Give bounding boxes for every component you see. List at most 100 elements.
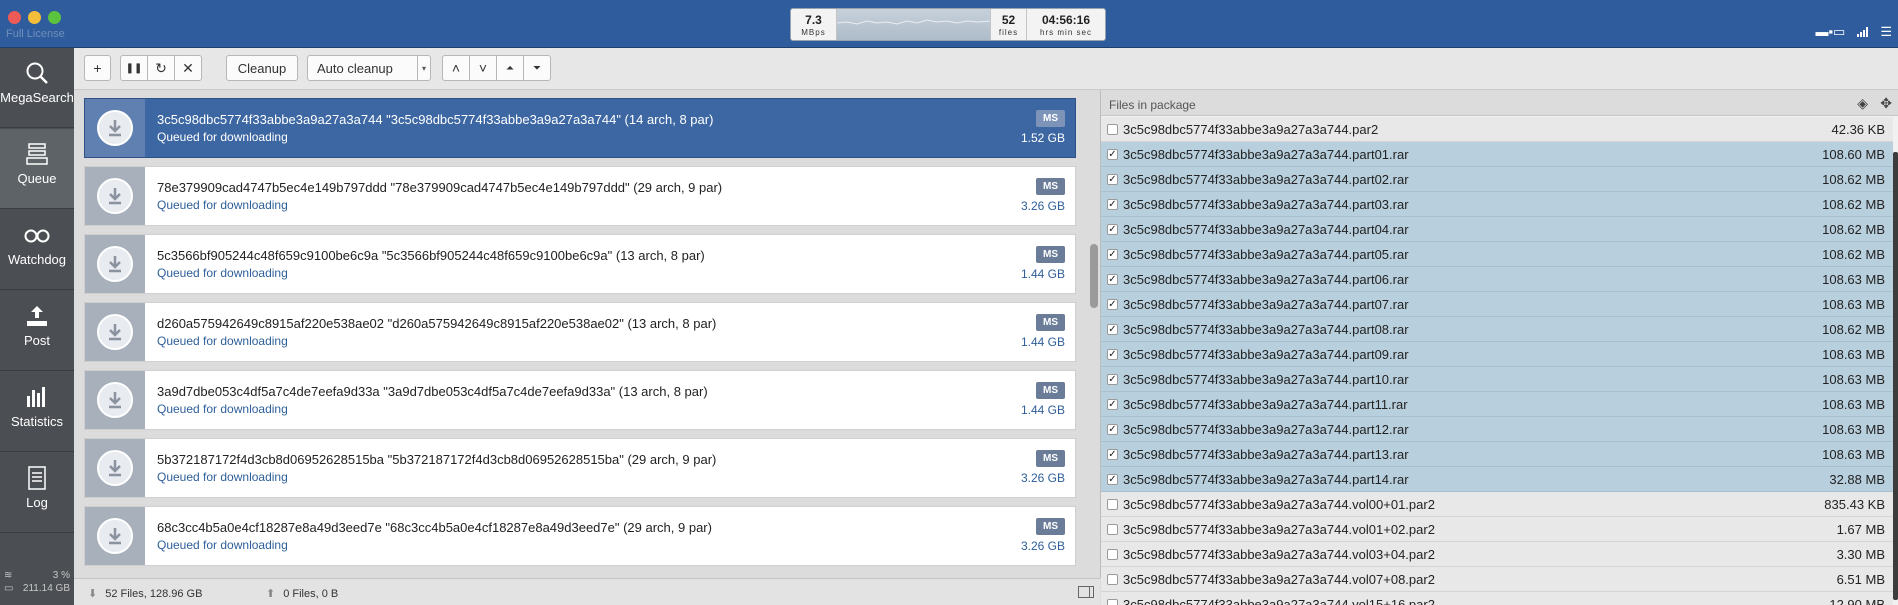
file-size: 108.62 MB [1822, 172, 1885, 187]
toggle-panel-icon[interactable] [1078, 586, 1094, 598]
sidebar-item-post[interactable]: Post [0, 291, 74, 371]
download-queue: 3c5c98dbc5774f33abbe3a9a27a3a744 "3c5c98… [84, 98, 1076, 568]
file-checkbox[interactable]: ✓ [1107, 424, 1118, 435]
sidebar-item-log[interactable]: Log [0, 453, 74, 533]
file-row[interactable]: 3c5c98dbc5774f33abbe3a9a27a3a744.vol07+0… [1101, 567, 1893, 592]
add-button[interactable]: + [84, 55, 111, 81]
auto-cleanup-select[interactable]: Auto cleanup ▾ [307, 55, 431, 81]
file-checkbox[interactable]: ✓ [1107, 349, 1118, 360]
file-checkbox[interactable] [1107, 549, 1118, 560]
file-checkbox[interactable]: ✓ [1107, 224, 1118, 235]
file-checkbox[interactable]: ✓ [1107, 274, 1118, 285]
auto-cleanup-value: Auto cleanup [317, 60, 393, 76]
file-size: 42.36 KB [1831, 122, 1886, 137]
file-checkbox[interactable]: ✓ [1107, 399, 1118, 410]
close-window-button[interactable] [8, 11, 21, 24]
move-down-button[interactable]: ˅ [469, 55, 497, 81]
file-row[interactable]: ✓ 3c5c98dbc5774f33abbe3a9a27a3a744.part12… [1101, 417, 1893, 442]
license-label: Full License [6, 28, 65, 40]
file-row[interactable]: ✓ 3c5c98dbc5774f33abbe3a9a27a3a744.part03… [1101, 192, 1893, 217]
file-row[interactable]: ✓ 3c5c98dbc5774f33abbe3a9a27a3a744.part02… [1101, 167, 1893, 192]
file-name: 3c5c98dbc5774f33abbe3a9a27a3a744.part14.… [1123, 472, 1409, 487]
queue-item[interactable]: 5b372187172f4d3cb8d06952628515ba "5b3721… [84, 438, 1076, 498]
file-name: 3c5c98dbc5774f33abbe3a9a27a3a744.part11.… [1123, 397, 1408, 412]
file-checkbox[interactable] [1107, 499, 1118, 510]
move-icon[interactable]: ✥ [1880, 95, 1892, 112]
file-checkbox[interactable] [1107, 574, 1118, 585]
queue-scrollbar[interactable] [1090, 244, 1098, 308]
file-name: 3c5c98dbc5774f33abbe3a9a27a3a744.part02.… [1123, 172, 1409, 187]
file-checkbox[interactable]: ✓ [1107, 299, 1118, 310]
retry-button[interactable]: ↻ [147, 55, 175, 81]
layers-icon[interactable]: ◈ [1857, 95, 1868, 112]
file-checkbox[interactable] [1107, 124, 1118, 135]
file-checkbox[interactable]: ✓ [1107, 474, 1118, 485]
bar-chart-icon [27, 387, 45, 407]
pause-button[interactable]: ❚❚ [120, 55, 148, 81]
queue-item[interactable]: d260a575942649c8915af220e538ae02 "d260a5… [84, 302, 1076, 362]
file-checkbox[interactable]: ✓ [1107, 174, 1118, 185]
file-row[interactable]: 3c5c98dbc5774f33abbe3a9a27a3a744.vol15+1… [1101, 592, 1893, 605]
file-checkbox[interactable]: ✓ [1107, 449, 1118, 460]
queue-item-size: 1.44 GB [1020, 335, 1065, 349]
queue-item-title: 78e379909cad4747b5ec4e149b797ddd "78e379… [157, 180, 723, 195]
sidebar-item-label: MegaSearch [0, 90, 74, 105]
queue-item-badge: MS [1036, 110, 1065, 127]
queue-item-size: 1.44 GB [1020, 403, 1065, 417]
file-checkbox[interactable]: ✓ [1107, 249, 1118, 260]
sidebar-item-statistics[interactable]: Statistics [0, 372, 74, 452]
file-name: 3c5c98dbc5774f33abbe3a9a27a3a744.vol07+0… [1123, 572, 1435, 587]
file-name: 3c5c98dbc5774f33abbe3a9a27a3a744.vol03+0… [1123, 547, 1435, 562]
file-row[interactable]: ✓ 3c5c98dbc5774f33abbe3a9a27a3a744.part09… [1101, 342, 1893, 367]
queue-item-status: Queued for downloading [157, 266, 288, 280]
file-checkbox[interactable]: ✓ [1107, 149, 1118, 160]
speed-graph [837, 9, 991, 40]
file-size: 108.63 MB [1822, 272, 1885, 287]
file-row[interactable]: ✓ 3c5c98dbc5774f33abbe3a9a27a3a744.part14… [1101, 467, 1893, 492]
menu-icon[interactable]: ☰ [1880, 24, 1892, 40]
file-row[interactable]: ✓ 3c5c98dbc5774f33abbe3a9a27a3a744.part08… [1101, 317, 1893, 342]
file-row[interactable]: ✓ 3c5c98dbc5774f33abbe3a9a27a3a744.part10… [1101, 367, 1893, 392]
file-row[interactable]: ✓ 3c5c98dbc5774f33abbe3a9a27a3a744.part01… [1101, 142, 1893, 167]
minimize-window-button[interactable] [28, 11, 41, 24]
file-row[interactable]: ✓ 3c5c98dbc5774f33abbe3a9a27a3a744.part06… [1101, 267, 1893, 292]
file-checkbox[interactable] [1107, 524, 1118, 535]
file-size: 108.63 MB [1822, 447, 1885, 462]
file-row[interactable]: ✓ 3c5c98dbc5774f33abbe3a9a27a3a744.part04… [1101, 217, 1893, 242]
file-row[interactable]: ✓ 3c5c98dbc5774f33abbe3a9a27a3a744.part05… [1101, 242, 1893, 267]
file-row[interactable]: ✓ 3c5c98dbc5774f33abbe3a9a27a3a744.part11… [1101, 392, 1893, 417]
file-name: 3c5c98dbc5774f33abbe3a9a27a3a744.part03.… [1123, 197, 1409, 212]
queue-item[interactable]: 5c3566bf905244c48f659c9100be6c9a "5c3566… [84, 234, 1076, 294]
chevron-down-icon: ▾ [417, 56, 430, 80]
queue-item-size: 1.52 GB [1020, 131, 1065, 145]
file-checkbox[interactable]: ✓ [1107, 199, 1118, 210]
sidebar-item-megasearch[interactable]: MegaSearch [0, 48, 74, 128]
file-row[interactable]: 3c5c98dbc5774f33abbe3a9a27a3a744.vol01+0… [1101, 517, 1893, 542]
file-row[interactable]: 3c5c98dbc5774f33abbe3a9a27a3a744.vol03+0… [1101, 542, 1893, 567]
queue-item[interactable]: 68c3cc4b5a0e4cf18287e8a49d3eed7e "68c3cc… [84, 506, 1076, 566]
sidebar-item-queue[interactable]: Queue [0, 129, 74, 209]
maximize-window-button[interactable] [48, 11, 61, 24]
queue-item-status: Queued for downloading [157, 538, 288, 552]
queue-item[interactable]: 3c5c98dbc5774f33abbe3a9a27a3a744 "3c5c98… [84, 98, 1076, 158]
file-row[interactable]: ✓ 3c5c98dbc5774f33abbe3a9a27a3a744.part13… [1101, 442, 1893, 467]
files-scrollbar[interactable] [1893, 152, 1898, 600]
file-size: 6.51 MB [1836, 572, 1885, 587]
cleanup-button[interactable]: Cleanup [226, 55, 298, 81]
file-checkbox[interactable] [1107, 599, 1118, 605]
move-up-button[interactable]: ˄ [442, 55, 470, 81]
file-row[interactable]: 3c5c98dbc5774f33abbe3a9a27a3a744.vol00+0… [1101, 492, 1893, 517]
file-row[interactable]: ✓ 3c5c98dbc5774f33abbe3a9a27a3a744.part07… [1101, 292, 1893, 317]
title-bar: Full License 7.3 MBps 52 files 04:56:16 … [0, 0, 1898, 48]
file-row[interactable]: 3c5c98dbc5774f33abbe3a9a27a3a744.par2 42.… [1101, 117, 1893, 142]
move-to-top-button[interactable]: ⏶ [496, 55, 524, 81]
sidebar-item-watchdog[interactable]: Watchdog [0, 210, 74, 290]
queue-item[interactable]: 3a9d7dbe053c4df5a7c4de7eefa9d33a "3a9d7d… [84, 370, 1076, 430]
queue-item-title: 5b372187172f4d3cb8d06952628515ba "5b3721… [157, 452, 717, 467]
move-to-bottom-button[interactable]: ⏷ [523, 55, 551, 81]
remove-button[interactable]: ✕ [174, 55, 202, 81]
file-checkbox[interactable]: ✓ [1107, 374, 1118, 385]
queue-item[interactable]: 78e379909cad4747b5ec4e149b797ddd "78e379… [84, 166, 1076, 226]
file-name: 3c5c98dbc5774f33abbe3a9a27a3a744.part10.… [1123, 372, 1409, 387]
file-checkbox[interactable]: ✓ [1107, 324, 1118, 335]
